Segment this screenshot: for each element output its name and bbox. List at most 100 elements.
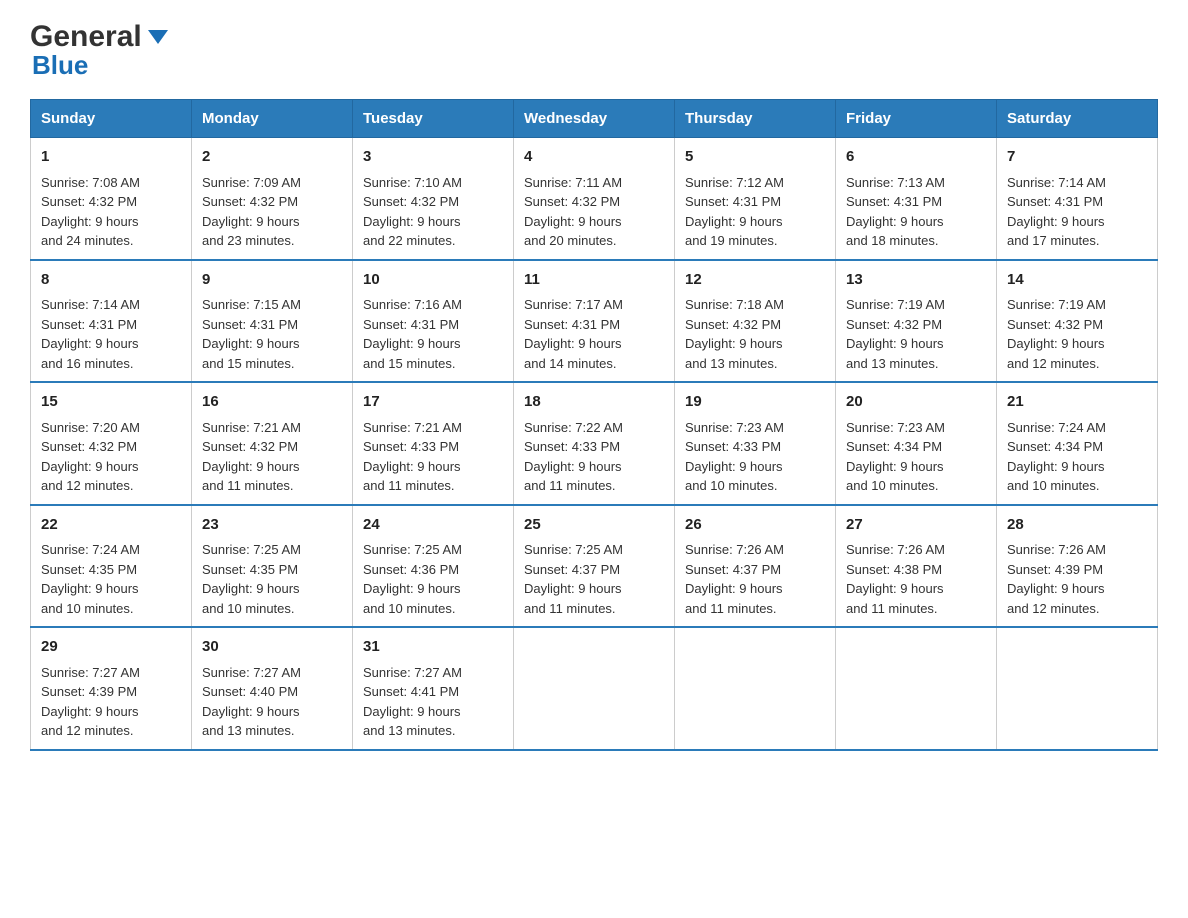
day-number: 25 (524, 514, 664, 537)
day-info: Sunrise: 7:21 AMSunset: 4:32 PMDaylight:… (202, 420, 301, 494)
calendar-week-row: 1 Sunrise: 7:08 AMSunset: 4:32 PMDaylight… (31, 138, 1158, 260)
day-number: 16 (202, 391, 342, 414)
calendar-cell (514, 627, 675, 750)
calendar-cell: 12 Sunrise: 7:18 AMSunset: 4:32 PMDayligh… (675, 260, 836, 383)
calendar-cell: 24 Sunrise: 7:25 AMSunset: 4:36 PMDayligh… (353, 505, 514, 628)
day-number: 15 (41, 391, 181, 414)
day-number: 22 (41, 514, 181, 537)
calendar-cell (675, 627, 836, 750)
day-info: Sunrise: 7:12 AMSunset: 4:31 PMDaylight:… (685, 175, 784, 249)
day-number: 18 (524, 391, 664, 414)
day-number: 13 (846, 269, 986, 292)
day-info: Sunrise: 7:19 AMSunset: 4:32 PMDaylight:… (1007, 297, 1106, 371)
day-number: 29 (41, 636, 181, 659)
calendar-cell: 5 Sunrise: 7:12 AMSunset: 4:31 PMDaylight… (675, 138, 836, 260)
day-info: Sunrise: 7:18 AMSunset: 4:32 PMDaylight:… (685, 297, 784, 371)
header-friday: Friday (836, 100, 997, 138)
day-info: Sunrise: 7:24 AMSunset: 4:35 PMDaylight:… (41, 542, 140, 616)
calendar-cell: 10 Sunrise: 7:16 AMSunset: 4:31 PMDayligh… (353, 260, 514, 383)
day-number: 30 (202, 636, 342, 659)
day-info: Sunrise: 7:27 AMSunset: 4:39 PMDaylight:… (41, 665, 140, 739)
calendar-cell: 28 Sunrise: 7:26 AMSunset: 4:39 PMDayligh… (997, 505, 1158, 628)
day-info: Sunrise: 7:25 AMSunset: 4:35 PMDaylight:… (202, 542, 301, 616)
calendar-week-row: 29 Sunrise: 7:27 AMSunset: 4:39 PMDayligh… (31, 627, 1158, 750)
day-info: Sunrise: 7:14 AMSunset: 4:31 PMDaylight:… (1007, 175, 1106, 249)
day-number: 11 (524, 269, 664, 292)
calendar-cell: 9Sunrise: 7:15 AMSunset: 4:31 PMDaylight… (192, 260, 353, 383)
calendar-table: SundayMondayTuesdayWednesdayThursdayFrid… (30, 99, 1158, 751)
calendar-cell: 13 Sunrise: 7:19 AMSunset: 4:32 PMDayligh… (836, 260, 997, 383)
day-info: Sunrise: 7:27 AMSunset: 4:40 PMDaylight:… (202, 665, 301, 739)
calendar-cell: 1 Sunrise: 7:08 AMSunset: 4:32 PMDaylight… (31, 138, 192, 260)
day-number: 6 (846, 146, 986, 169)
header-wednesday: Wednesday (514, 100, 675, 138)
day-number: 4 (524, 146, 664, 169)
calendar-cell: 7Sunrise: 7:14 AMSunset: 4:31 PMDaylight… (997, 138, 1158, 260)
day-number: 3 (363, 146, 503, 169)
calendar-cell: 20Sunrise: 7:23 AMSunset: 4:34 PMDayligh… (836, 382, 997, 505)
calendar-cell: 30 Sunrise: 7:27 AMSunset: 4:40 PMDayligh… (192, 627, 353, 750)
header-tuesday: Tuesday (353, 100, 514, 138)
day-info: Sunrise: 7:26 AMSunset: 4:37 PMDaylight:… (685, 542, 784, 616)
page-header: General Blue (30, 20, 1158, 81)
calendar-cell: 29 Sunrise: 7:27 AMSunset: 4:39 PMDayligh… (31, 627, 192, 750)
day-number: 2 (202, 146, 342, 169)
day-number: 24 (363, 514, 503, 537)
calendar-cell: 2 Sunrise: 7:09 AMSunset: 4:32 PMDaylight… (192, 138, 353, 260)
day-number: 27 (846, 514, 986, 537)
day-info: Sunrise: 7:13 AMSunset: 4:31 PMDaylight:… (846, 175, 945, 249)
day-info: Sunrise: 7:14 AMSunset: 4:31 PMDaylight:… (41, 297, 140, 371)
calendar-cell: 8 Sunrise: 7:14 AMSunset: 4:31 PMDaylight… (31, 260, 192, 383)
day-info: Sunrise: 7:16 AMSunset: 4:31 PMDaylight:… (363, 297, 462, 371)
day-number: 10 (363, 269, 503, 292)
calendar-cell: 19Sunrise: 7:23 AMSunset: 4:33 PMDayligh… (675, 382, 836, 505)
day-number: 26 (685, 514, 825, 537)
header-monday: Monday (192, 100, 353, 138)
day-number: 14 (1007, 269, 1147, 292)
logo-triangle-icon (144, 22, 172, 50)
calendar-cell: 27 Sunrise: 7:26 AMSunset: 4:38 PMDayligh… (836, 505, 997, 628)
day-info: Sunrise: 7:08 AMSunset: 4:32 PMDaylight:… (41, 175, 140, 249)
calendar-cell (836, 627, 997, 750)
calendar-cell: 25 Sunrise: 7:25 AMSunset: 4:37 PMDayligh… (514, 505, 675, 628)
day-info: Sunrise: 7:25 AMSunset: 4:36 PMDaylight:… (363, 542, 462, 616)
calendar-week-row: 22 Sunrise: 7:24 AMSunset: 4:35 PMDayligh… (31, 505, 1158, 628)
day-number: 1 (41, 146, 181, 169)
day-number: 12 (685, 269, 825, 292)
day-number: 5 (685, 146, 825, 169)
day-info: Sunrise: 7:25 AMSunset: 4:37 PMDaylight:… (524, 542, 623, 616)
calendar-cell: 11 Sunrise: 7:17 AMSunset: 4:31 PMDayligh… (514, 260, 675, 383)
header-thursday: Thursday (675, 100, 836, 138)
day-info: Sunrise: 7:10 AMSunset: 4:32 PMDaylight:… (363, 175, 462, 249)
calendar-cell: 3 Sunrise: 7:10 AMSunset: 4:32 PMDaylight… (353, 138, 514, 260)
header-sunday: Sunday (31, 100, 192, 138)
calendar-cell: 17 Sunrise: 7:21 AMSunset: 4:33 PMDayligh… (353, 382, 514, 505)
day-info: Sunrise: 7:11 AMSunset: 4:32 PMDaylight:… (524, 175, 622, 249)
day-info: Sunrise: 7:23 AMSunset: 4:34 PMDaylight:… (846, 420, 945, 494)
calendar-cell: 15 Sunrise: 7:20 AMSunset: 4:32 PMDayligh… (31, 382, 192, 505)
logo-blue-text: Blue (32, 50, 88, 80)
day-info: Sunrise: 7:09 AMSunset: 4:32 PMDaylight:… (202, 175, 301, 249)
calendar-cell: 23 Sunrise: 7:25 AMSunset: 4:35 PMDayligh… (192, 505, 353, 628)
day-number: 23 (202, 514, 342, 537)
day-info: Sunrise: 7:17 AMSunset: 4:31 PMDaylight:… (524, 297, 623, 371)
calendar-cell: 18 Sunrise: 7:22 AMSunset: 4:33 PMDayligh… (514, 382, 675, 505)
calendar-cell: 21 Sunrise: 7:24 AMSunset: 4:34 PMDayligh… (997, 382, 1158, 505)
day-number: 8 (41, 269, 181, 292)
day-number: 17 (363, 391, 503, 414)
day-info: Sunrise: 7:21 AMSunset: 4:33 PMDaylight:… (363, 420, 462, 494)
day-number: 28 (1007, 514, 1147, 537)
day-info: Sunrise: 7:24 AMSunset: 4:34 PMDaylight:… (1007, 420, 1106, 494)
day-info: Sunrise: 7:22 AMSunset: 4:33 PMDaylight:… (524, 420, 623, 494)
day-info: Sunrise: 7:19 AMSunset: 4:32 PMDaylight:… (846, 297, 945, 371)
calendar-cell: 31Sunrise: 7:27 AMSunset: 4:41 PMDayligh… (353, 627, 514, 750)
day-info: Sunrise: 7:20 AMSunset: 4:32 PMDaylight:… (41, 420, 140, 494)
day-number: 21 (1007, 391, 1147, 414)
day-info: Sunrise: 7:26 AMSunset: 4:39 PMDaylight:… (1007, 542, 1106, 616)
calendar-cell: 16 Sunrise: 7:21 AMSunset: 4:32 PMDayligh… (192, 382, 353, 505)
day-number: 19 (685, 391, 825, 414)
calendar-header-row: SundayMondayTuesdayWednesdayThursdayFrid… (31, 100, 1158, 138)
day-info: Sunrise: 7:26 AMSunset: 4:38 PMDaylight:… (846, 542, 945, 616)
day-info: Sunrise: 7:27 AMSunset: 4:41 PMDaylight:… (363, 665, 462, 739)
header-saturday: Saturday (997, 100, 1158, 138)
